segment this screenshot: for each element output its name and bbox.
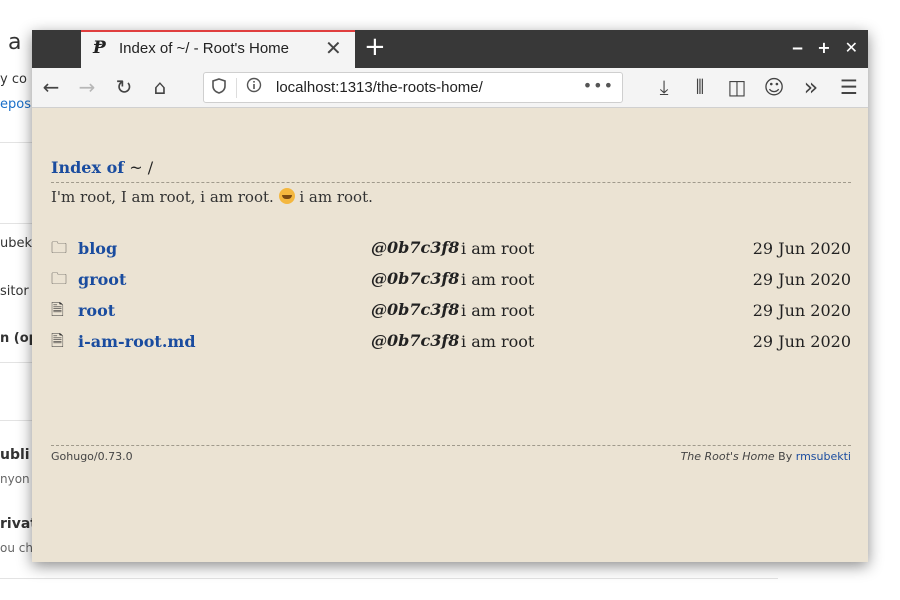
author-link[interactable]: rmsubekti <box>796 450 851 463</box>
commit-message: i am root <box>461 301 535 320</box>
bg-fragment: ubek <box>0 236 33 251</box>
bg-divider <box>0 223 32 224</box>
bg-fragment: sitor <box>0 284 29 299</box>
bg-fragment: a <box>8 30 22 55</box>
tab-title: Index of ~/ - Root's Home <box>119 40 290 57</box>
entry-link[interactable]: blog <box>78 239 117 258</box>
tab-active[interactable]: Ᵽ Index of ~/ - Root's Home ✕ <box>81 30 355 68</box>
nav-toolbar: ← → ↻ ⌂ localhost:1313/the-roots-home/ •… <box>32 68 868 108</box>
bg-divider <box>0 578 778 579</box>
list-item: 🗀 groot @0b7c3f8 i am root 29 Jun 2020 <box>51 267 851 298</box>
by-text: By <box>774 450 796 463</box>
url-separator <box>236 78 237 98</box>
heading-path: ~ / <box>124 158 154 177</box>
tab-close-icon[interactable]: ✕ <box>325 36 342 60</box>
browser-window: Ᵽ Index of ~/ - Root's Home ✕ + ‒ + ✕ ← … <box>32 30 868 562</box>
tagline-text: I'm root, I am root, i am root. <box>51 188 274 206</box>
sidebar-icon[interactable]: ◫ <box>724 74 750 100</box>
folder-icon: 🗀 <box>51 269 68 288</box>
entry-date: 29 Jun 2020 <box>752 301 851 320</box>
commit-hash: @0b7c3f8 <box>371 269 460 288</box>
favicon-icon: Ᵽ <box>93 38 106 58</box>
forward-icon[interactable]: → <box>74 74 100 100</box>
footer-credit: The Root's Home By rmsubekti <box>681 450 851 463</box>
file-icon: 🗎 <box>51 331 64 350</box>
entry-date: 29 Jun 2020 <box>752 332 851 351</box>
commit-message: i am root <box>461 332 535 351</box>
url-bar[interactable]: localhost:1313/the-roots-home/ ••• <box>203 72 623 103</box>
reload-icon[interactable]: ↻ <box>111 74 137 100</box>
entry-date: 29 Jun 2020 <box>752 239 851 258</box>
folder-icon: 🗀 <box>51 238 68 257</box>
page-actions-icon[interactable]: ••• <box>583 76 614 95</box>
tracking-shield-icon[interactable] <box>212 78 226 98</box>
site-info-icon[interactable] <box>246 77 262 97</box>
bg-divider <box>0 142 32 143</box>
file-icon: 🗎 <box>51 300 64 319</box>
url-text: localhost:1313/the-roots-home/ <box>276 79 483 96</box>
footer-divider <box>51 445 851 446</box>
site-name: The Root's Home <box>680 450 775 463</box>
commit-hash: @0b7c3f8 <box>371 300 460 319</box>
bg-fragment: ubli <box>0 447 30 463</box>
bg-divider <box>0 420 32 421</box>
entry-link[interactable]: i-am-root.md <box>78 332 196 351</box>
heading-link[interactable]: Index of <box>51 158 124 177</box>
entry-date: 29 Jun 2020 <box>752 270 851 289</box>
minimize-button[interactable]: ‒ <box>792 38 803 57</box>
page-content: Index of ~ / I'm root, I am root, i am r… <box>32 109 868 562</box>
new-tab-button[interactable]: + <box>364 32 386 62</box>
home-icon[interactable]: ⌂ <box>147 74 173 100</box>
grinning-emoji-icon <box>278 188 295 204</box>
file-list: 🗀 blog @0b7c3f8 i am root 29 Jun 2020 🗀 … <box>51 236 851 360</box>
tagline: I'm root, I am root, i am root. i am roo… <box>51 188 373 206</box>
maximize-button[interactable]: + <box>817 38 830 57</box>
back-icon[interactable]: ← <box>38 74 64 100</box>
generator-text: Gohugo/0.73.0 <box>51 450 133 463</box>
entry-link[interactable]: root <box>78 301 115 320</box>
close-window-button[interactable]: ✕ <box>845 38 858 57</box>
list-item: 🗎 i-am-root.md @0b7c3f8 i am root 29 Jun… <box>51 329 851 360</box>
commit-hash: @0b7c3f8 <box>371 331 460 350</box>
list-item: 🗀 blog @0b7c3f8 i am root 29 Jun 2020 <box>51 236 851 267</box>
commit-message: i am root <box>461 270 535 289</box>
heading-divider <box>51 182 851 183</box>
download-icon[interactable]: ⤓ <box>651 74 677 100</box>
bg-fragment: eposi <box>0 97 35 112</box>
bg-divider <box>0 362 32 363</box>
commit-message: i am root <box>461 239 535 258</box>
commit-hash: @0b7c3f8 <box>371 238 460 257</box>
tagline-text: i am root. <box>294 188 373 206</box>
menu-icon[interactable]: ☰ <box>836 74 862 100</box>
bg-fragment: y co <box>0 72 27 87</box>
bg-fragment: ou ch <box>0 541 33 555</box>
list-item: 🗎 root @0b7c3f8 i am root 29 Jun 2020 <box>51 298 851 329</box>
overflow-icon[interactable]: » <box>798 73 824 101</box>
entry-link[interactable]: groot <box>78 270 126 289</box>
window-controls: ‒ + ✕ <box>792 38 858 57</box>
library-icon[interactable]: ⫴ <box>687 74 713 100</box>
account-icon[interactable]: ☺ <box>761 74 787 100</box>
title-bar: Ᵽ Index of ~/ - Root's Home ✕ + ‒ + ✕ <box>32 30 868 68</box>
page-heading: Index of ~ / <box>51 158 153 177</box>
bg-fragment: nyon <box>0 472 30 486</box>
